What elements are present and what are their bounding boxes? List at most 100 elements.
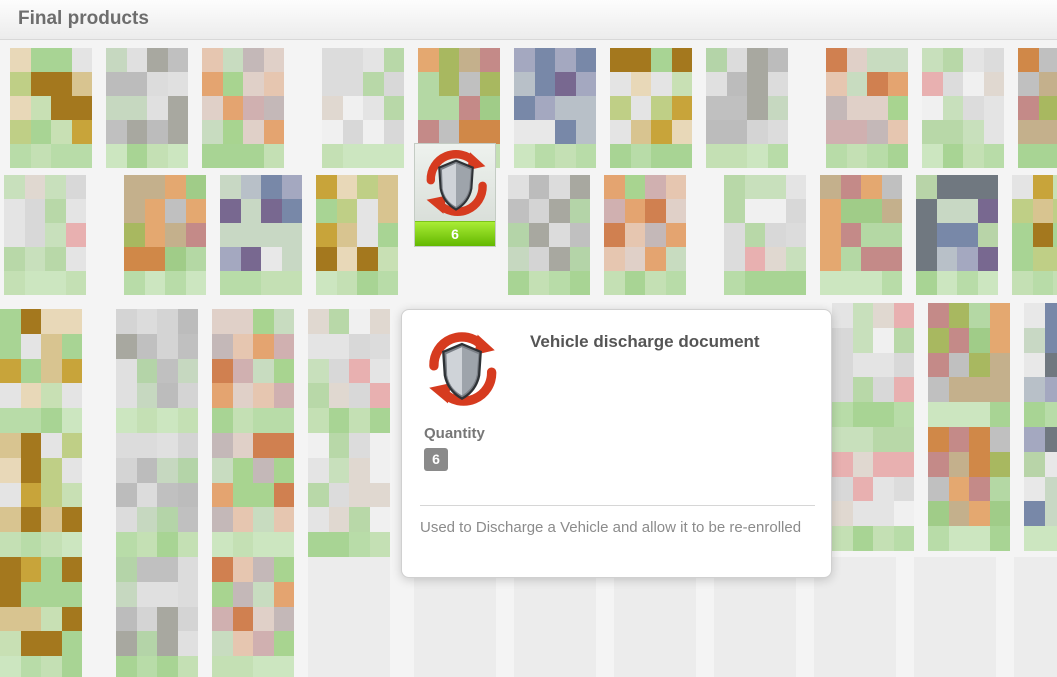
tile-pixel: [10, 144, 31, 168]
tile-pixel: [220, 271, 241, 295]
tile-pixel: [363, 96, 384, 120]
tile-pixel: [30, 120, 51, 144]
tile-pixel: [767, 96, 788, 120]
tile-pixel: [881, 199, 902, 223]
product-tile[interactable]: [724, 175, 806, 295]
product-tile[interactable]: [10, 48, 92, 168]
product-tile[interactable]: [826, 48, 908, 168]
tile-pixel: [263, 48, 284, 72]
tile-pixel: [873, 501, 894, 527]
tile-pixel: [383, 120, 404, 144]
product-tile[interactable]: [106, 48, 188, 168]
tile-pixel: [316, 223, 337, 247]
product-tile[interactable]: [928, 303, 1010, 427]
product-tile[interactable]: [0, 557, 82, 677]
tile-pixel: [165, 175, 186, 199]
product-tile[interactable]: [610, 48, 692, 168]
product-tile[interactable]: [116, 309, 198, 433]
product-tile[interactable]: [4, 175, 86, 295]
tile-pixel: [969, 476, 990, 502]
product-tile[interactable]: [116, 433, 198, 557]
product-tile[interactable]: [212, 557, 294, 677]
tile-pixel: [893, 427, 914, 452]
product-tile[interactable]: [0, 309, 82, 433]
tile-pixel: [887, 96, 908, 120]
tile-pixel: [948, 377, 969, 403]
tile-pixel: [212, 581, 233, 607]
product-tile[interactable]: [316, 175, 398, 295]
empty-slot: [914, 557, 996, 677]
tooltip-divider: [420, 505, 815, 506]
product-tile[interactable]: [220, 175, 302, 295]
product-tile[interactable]: [1024, 427, 1057, 551]
tile-pixel: [747, 120, 768, 144]
tile-pixel: [383, 144, 404, 168]
tile-pixel: [604, 271, 625, 295]
tile-pixel: [51, 96, 72, 120]
tile-pixel: [767, 48, 788, 72]
tile-pixel: [534, 96, 555, 120]
product-tile[interactable]: [604, 175, 686, 295]
tile-pixel: [308, 309, 329, 334]
tile-pixel: [136, 532, 157, 557]
tile-pixel: [45, 247, 66, 271]
product-tile[interactable]: [832, 427, 914, 551]
tile-pixel: [963, 48, 984, 72]
tile-pixel: [106, 144, 127, 168]
product-tile[interactable]: [124, 175, 206, 295]
product-tile[interactable]: [508, 175, 590, 295]
tile-pixel: [936, 271, 957, 295]
tile-pixel: [65, 247, 86, 271]
product-tile[interactable]: [928, 427, 1010, 551]
tile-pixel: [136, 358, 157, 384]
tile-pixel: [948, 327, 969, 353]
tile-pixel: [861, 247, 882, 271]
product-tile[interactable]: [202, 48, 284, 168]
tile-pixel: [873, 352, 894, 378]
tile-pixel: [928, 451, 949, 477]
tile-pixel: [106, 120, 127, 144]
tile-pixel: [328, 309, 349, 334]
tile-pixel: [106, 96, 127, 120]
tile-pixel: [610, 72, 631, 96]
product-tile[interactable]: [212, 433, 294, 557]
product-tile[interactable]: [706, 48, 788, 168]
tile-pixel: [202, 96, 223, 120]
product-tile[interactable]: [1012, 175, 1057, 295]
product-tile[interactable]: [514, 48, 596, 168]
tile-pixel: [147, 96, 168, 120]
product-tile[interactable]: [1018, 48, 1057, 168]
product-tile[interactable]: [1024, 303, 1057, 427]
tile-pixel: [852, 476, 873, 502]
product-tile[interactable]: [322, 48, 404, 168]
product-tile[interactable]: [832, 303, 914, 427]
tile-pixel: [936, 223, 957, 247]
tile-pixel: [357, 271, 378, 295]
product-tile[interactable]: [212, 309, 294, 433]
tile-pixel: [349, 333, 370, 359]
product-tile[interactable]: [116, 557, 198, 677]
tile-pixel: [569, 223, 590, 247]
tile-pixel: [726, 48, 747, 72]
tile-pixel: [157, 309, 178, 334]
tile-pixel: [977, 271, 998, 295]
product-tile-vehicle-discharge-document[interactable]: 6: [414, 143, 496, 247]
tile-pixel: [832, 303, 853, 328]
product-tile[interactable]: [820, 175, 902, 295]
product-tile[interactable]: [922, 48, 1004, 168]
tile-pixel: [157, 532, 178, 557]
tile-pixel: [887, 48, 908, 72]
tile-pixel: [177, 358, 198, 384]
tile-pixel: [136, 309, 157, 334]
tile-pixel: [61, 532, 82, 557]
product-tile[interactable]: [0, 433, 82, 557]
tile-pixel: [948, 402, 969, 427]
product-tile[interactable]: [308, 309, 390, 433]
tile-pixel: [253, 532, 274, 557]
tile-pixel: [4, 199, 25, 223]
tile-pixel: [336, 247, 357, 271]
product-tile[interactable]: [916, 175, 998, 295]
product-tile[interactable]: [308, 433, 390, 557]
tile-pixel: [253, 457, 274, 483]
tile-pixel: [928, 526, 949, 551]
